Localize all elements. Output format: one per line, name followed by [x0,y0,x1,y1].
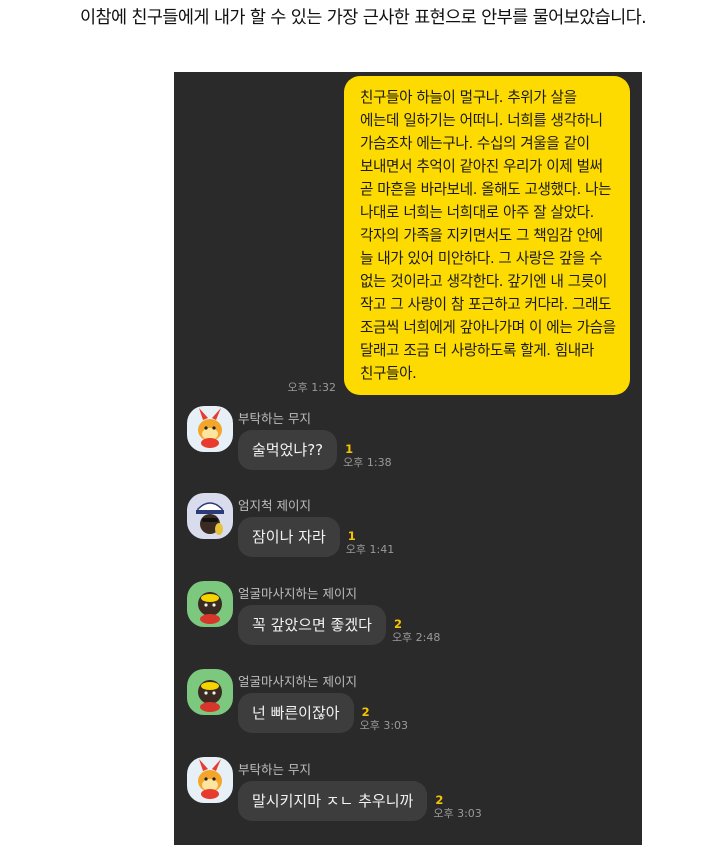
unread-count: 2 [393,617,402,631]
sender-name: 얼굴마사지하는 제이지 [238,586,357,601]
message-bubble[interactable]: 넌 빠른이잖아 [238,693,354,733]
post-caption: 이참에 친구들에게 내가 할 수 있는 가장 근사한 표현으로 안부를 물어보았… [79,8,647,28]
unread-count: 2 [435,793,444,807]
unread-count: 1 [347,529,356,543]
sender-name: 부탁하는 무지 [238,411,311,426]
message-time: 오후 3:03 [433,807,482,820]
sender-name: 엄지척 제이지 [238,498,311,513]
message-bubble[interactable]: 꼭 갚았으면 좋겠다 [238,605,386,645]
message-time: 오후 1:32 [287,381,336,394]
sender-name: 부탁하는 무지 [238,762,311,777]
jayg-face-massage-avatar-icon[interactable] [187,581,233,627]
chat-screenshot: 오후 1:32 친구들아 하늘이 멀구나. 추위가 살을 에는데 일하기는 어떠… [174,72,642,845]
sent-message-row: 오후 1:32 친구들아 하늘이 멀구나. 추위가 살을 에는데 일하기는 어떠… [288,76,630,395]
message-time: 오후 2:48 [391,631,441,644]
message-time: 오후 3:03 [359,719,409,732]
unread-count: 1 [345,442,354,456]
jayg-face-massage-avatar-icon[interactable] [187,669,233,715]
sender-name: 얼굴마사지하는 제이지 [238,674,357,689]
message-bubble[interactable]: 술먹었냐?? [238,430,338,470]
message-bubble[interactable]: 말시키지마 ㅈㄴ 추우니까 [238,781,428,821]
jayg-thumbs-up-avatar-icon[interactable] [187,493,233,539]
muzi-avatar-icon[interactable] [187,406,233,452]
message-time: 오후 1:38 [343,456,392,469]
unread-count: 2 [361,705,370,719]
message-bubble[interactable]: 잠이나 자라 [238,517,340,557]
muzi-avatar-icon[interactable] [187,757,233,803]
sent-message-bubble[interactable]: 친구들아 하늘이 멀구나. 추위가 살을 에는데 일하기는 어떠니. 너희를 생… [344,76,630,395]
message-time: 오후 1:41 [345,543,395,556]
